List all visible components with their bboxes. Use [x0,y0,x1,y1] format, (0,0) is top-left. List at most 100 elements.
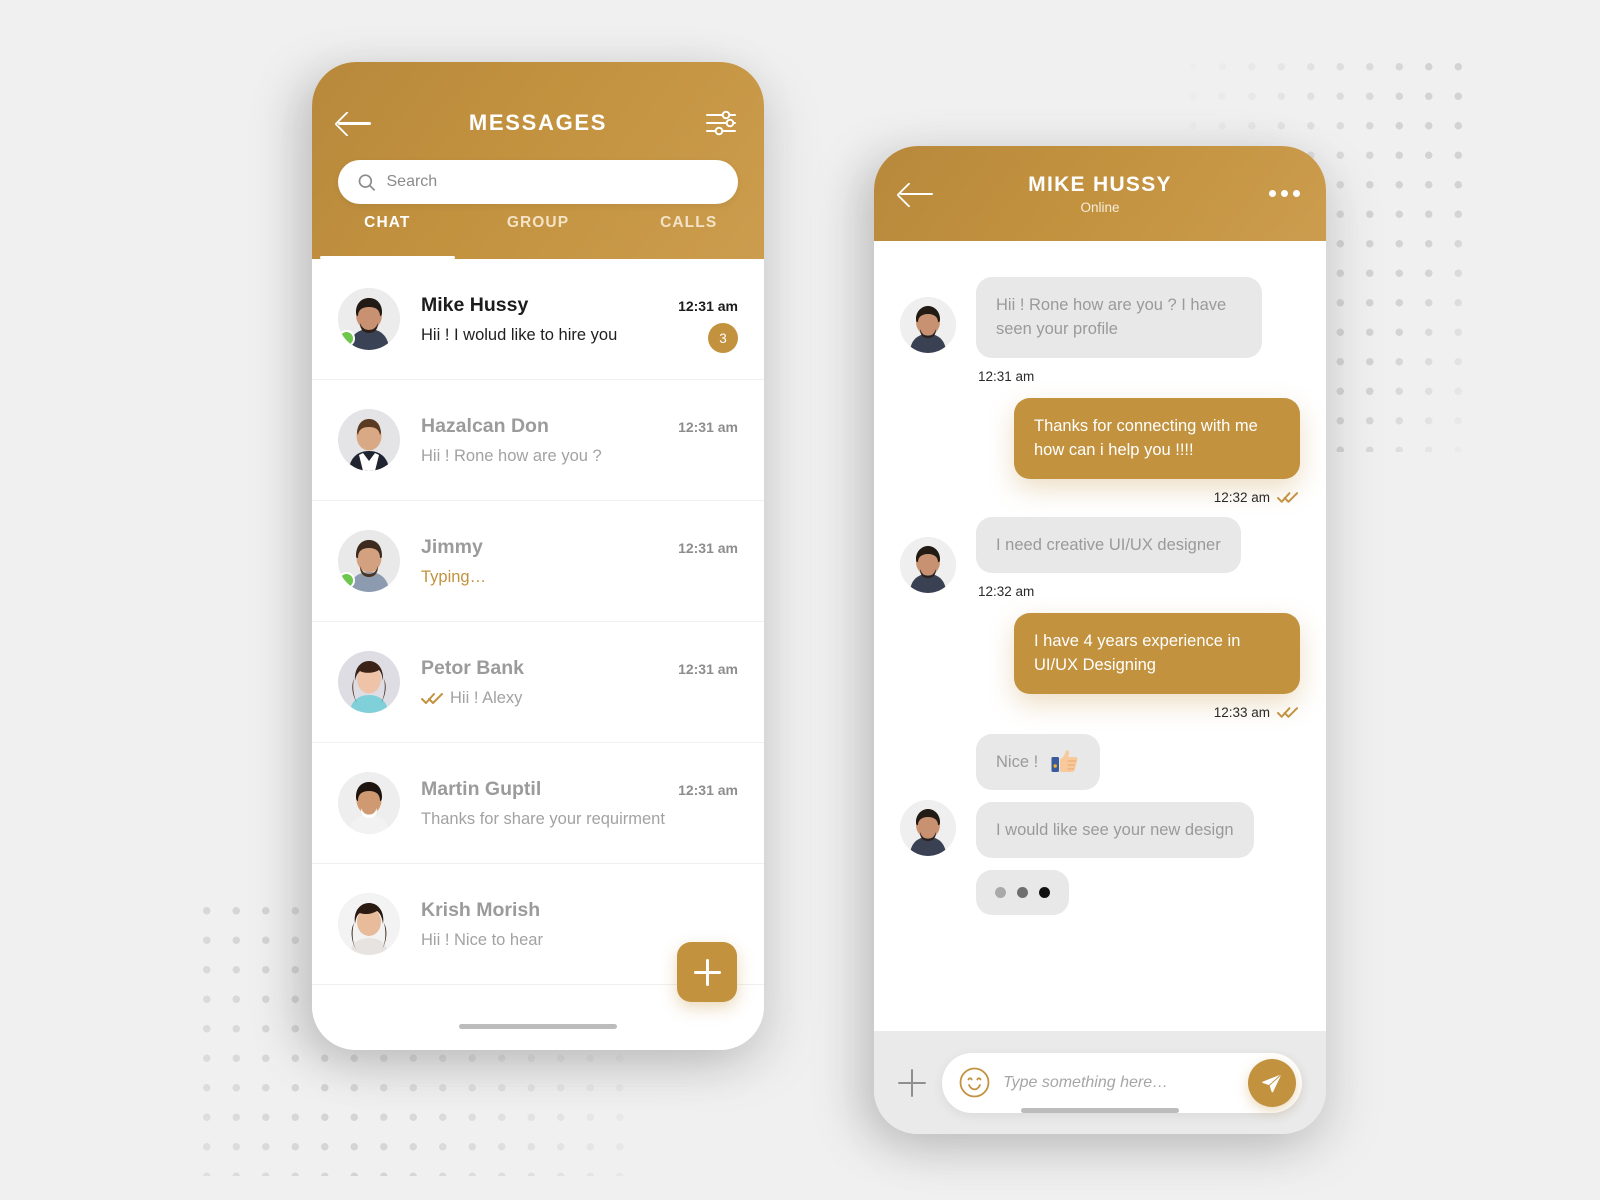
message-bubble[interactable]: I would like see your new design [976,801,1254,859]
message-preview-text: Hii ! Rone how are you ? [421,446,602,465]
more-horizontal-icon[interactable] [1266,190,1300,197]
tab-chat[interactable]: CHAT [312,211,463,259]
conversation-row-top: Krish Morish [421,899,738,922]
tab-group[interactable]: GROUP [463,211,614,259]
message-meta: 12:33 am [1016,705,1298,720]
message-time: 12:31 am [678,660,738,677]
avatar [338,409,400,471]
read-receipt-icon [421,693,443,704]
search-bar[interactable] [338,160,738,204]
conversation-row-hazalcan-don[interactable]: Hazalcan Don 12:31 am Hii ! Rone how are… [312,380,764,501]
arrow-left-icon[interactable] [338,110,372,136]
message-time: 12:31 am [678,539,738,556]
conversation-row-body: Petor Bank 12:31 am Hii ! Alexy [421,657,738,708]
read-receipt-icon [1277,492,1298,503]
conversation-row-body: Mike Hussy 12:31 am Hii ! I wolud like t… [421,294,738,345]
contact-name: Krish Morish [421,898,541,921]
smiley-icon[interactable] [959,1067,990,1098]
message-time: 12:31 am [678,781,738,798]
contact-name: Martin Guptil [421,777,542,800]
message-preview-text: Typing… [421,567,487,586]
tab-calls[interactable]: CALLS [613,211,764,259]
message-time: 12:31 am [678,297,738,314]
message-composer [874,1031,1326,1134]
message-column: Nice ! I would like see your new design [976,733,1254,916]
plus-icon[interactable] [898,1068,926,1097]
typing-indicator-text: Typing… [421,568,738,587]
message-column: Thanks for connecting with me how can i … [1014,397,1300,505]
messages-header: MESSAGES Search CHAT GROUP CALLS [312,62,764,259]
message-bubble[interactable]: Hii ! Rone how are you ? I have seen you… [976,277,1262,358]
conversation-row-top: Martin Guptil 12:31 am [421,778,738,801]
conversation-header: MIKE HUSSY Online [874,146,1326,241]
conversation-row-body: Martin Guptil 12:31 am Thanks for share … [421,778,738,829]
send-button[interactable] [1248,1058,1296,1107]
search-input[interactable] [386,173,718,191]
message-group-incoming-3: Nice ! I would like see your new design [900,733,1300,916]
message-preview: Thanks for share your requirment [421,810,738,829]
screenshot-stage: MESSAGES Search CHAT GROUP CALLS Mike Hu… [0,0,1600,1200]
message-bubble[interactable]: I need creative UI/UX designer [976,516,1241,574]
message-preview-text: Hii ! Alexy [450,688,523,707]
conversation-row-jimmy[interactable]: Jimmy 12:31 am Typing… [312,501,764,622]
message-column: Hii ! Rone how are you ? I have seen you… [976,277,1262,384]
message-bubble[interactable]: I have 4 years experience in UI/UX Desig… [1014,613,1300,694]
message-timestamp: 12:32 am [978,584,1035,600]
online-status-dot [338,572,355,589]
message-bubble-with-emoji[interactable]: Nice ! [976,733,1101,790]
read-receipt-icon [1277,707,1298,719]
online-status-dot [338,330,355,347]
message-preview-text: Hii ! Nice to hear [421,930,543,949]
message-preview: Hii ! Rone how are you ? [421,447,738,466]
avatar [338,893,400,955]
sliders-icon[interactable] [704,109,738,137]
conversation-row-top: Petor Bank 12:31 am [421,657,738,680]
messages-list-phone: MESSAGES Search CHAT GROUP CALLS Mike Hu… [312,62,764,1050]
avatar [338,651,400,713]
message-meta: 12:32 am [1016,490,1298,505]
message-bubble[interactable]: Thanks for connecting with me how can i … [1014,397,1300,479]
message-meta: 12:31 am [978,369,1260,384]
avatar [338,288,400,350]
message-timestamp: 12:32 am [1213,489,1270,505]
conversation-row-body: Hazalcan Don 12:31 am Hii ! Rone how are… [421,415,738,466]
avatar [900,536,956,593]
message-preview: Hii ! I wolud like to hire you [421,326,738,345]
contact-name: Jimmy [421,535,483,558]
message-timestamp: 12:33 am [1213,704,1270,720]
messages-header-row: MESSAGES [338,106,738,140]
conversation-contact-status: Online [1080,199,1120,215]
conversation-row-top: Jimmy 12:31 am [421,536,738,559]
avatar [338,530,400,592]
message-column: I have 4 years experience in UI/UX Desig… [1014,613,1300,720]
conversation-row-mike-hussy[interactable]: Mike Hussy 12:31 am Hii ! I wolud like t… [312,259,764,380]
message-meta: 12:32 am [978,584,1239,599]
search-icon [358,173,375,191]
home-indicator [1021,1108,1179,1113]
avatar [900,799,956,856]
conversation-row-petor-bank[interactable]: Petor Bank 12:31 am Hii ! Alexy [312,622,764,743]
tab-bar: CHAT GROUP CALLS [312,211,764,259]
new-chat-fab-button[interactable] [677,942,737,1002]
send-icon [1262,1073,1282,1092]
contact-name: Mike Hussy [421,293,529,316]
contact-name: Hazalcan Don [421,414,549,437]
message-group-incoming-2: I need creative UI/UX designer 12:32 am [900,516,1300,599]
message-preview-text: Thanks for share your requirment [421,809,665,828]
conversation-row-top: Mike Hussy 12:31 am [421,294,738,317]
message-time: 12:31 am [678,418,738,435]
message-input[interactable] [1003,1073,1235,1092]
thumbs-up-emoji [1051,750,1078,772]
conversation-row-body: Jimmy 12:31 am Typing… [421,536,738,587]
conversation-header-center: MIKE HUSSY Online [934,173,1266,215]
message-text: Nice ! [996,752,1039,771]
conversation-row-martin-guptil[interactable]: Martin Guptil 12:31 am Thanks for share … [312,743,764,864]
page-title: MESSAGES [468,110,608,135]
avatar [338,772,400,834]
message-column: I need creative UI/UX designer 12:32 am [976,516,1241,599]
message-group-incoming-1: Hii ! Rone how are you ? I have seen you… [900,277,1300,384]
arrow-left-icon[interactable] [900,181,934,207]
message-thread: Hii ! Rone how are you ? I have seen you… [874,241,1326,1031]
conversation-phone: MIKE HUSSY Online Hii ! Rone how are you… [874,146,1326,1134]
composer-field[interactable] [942,1052,1302,1113]
